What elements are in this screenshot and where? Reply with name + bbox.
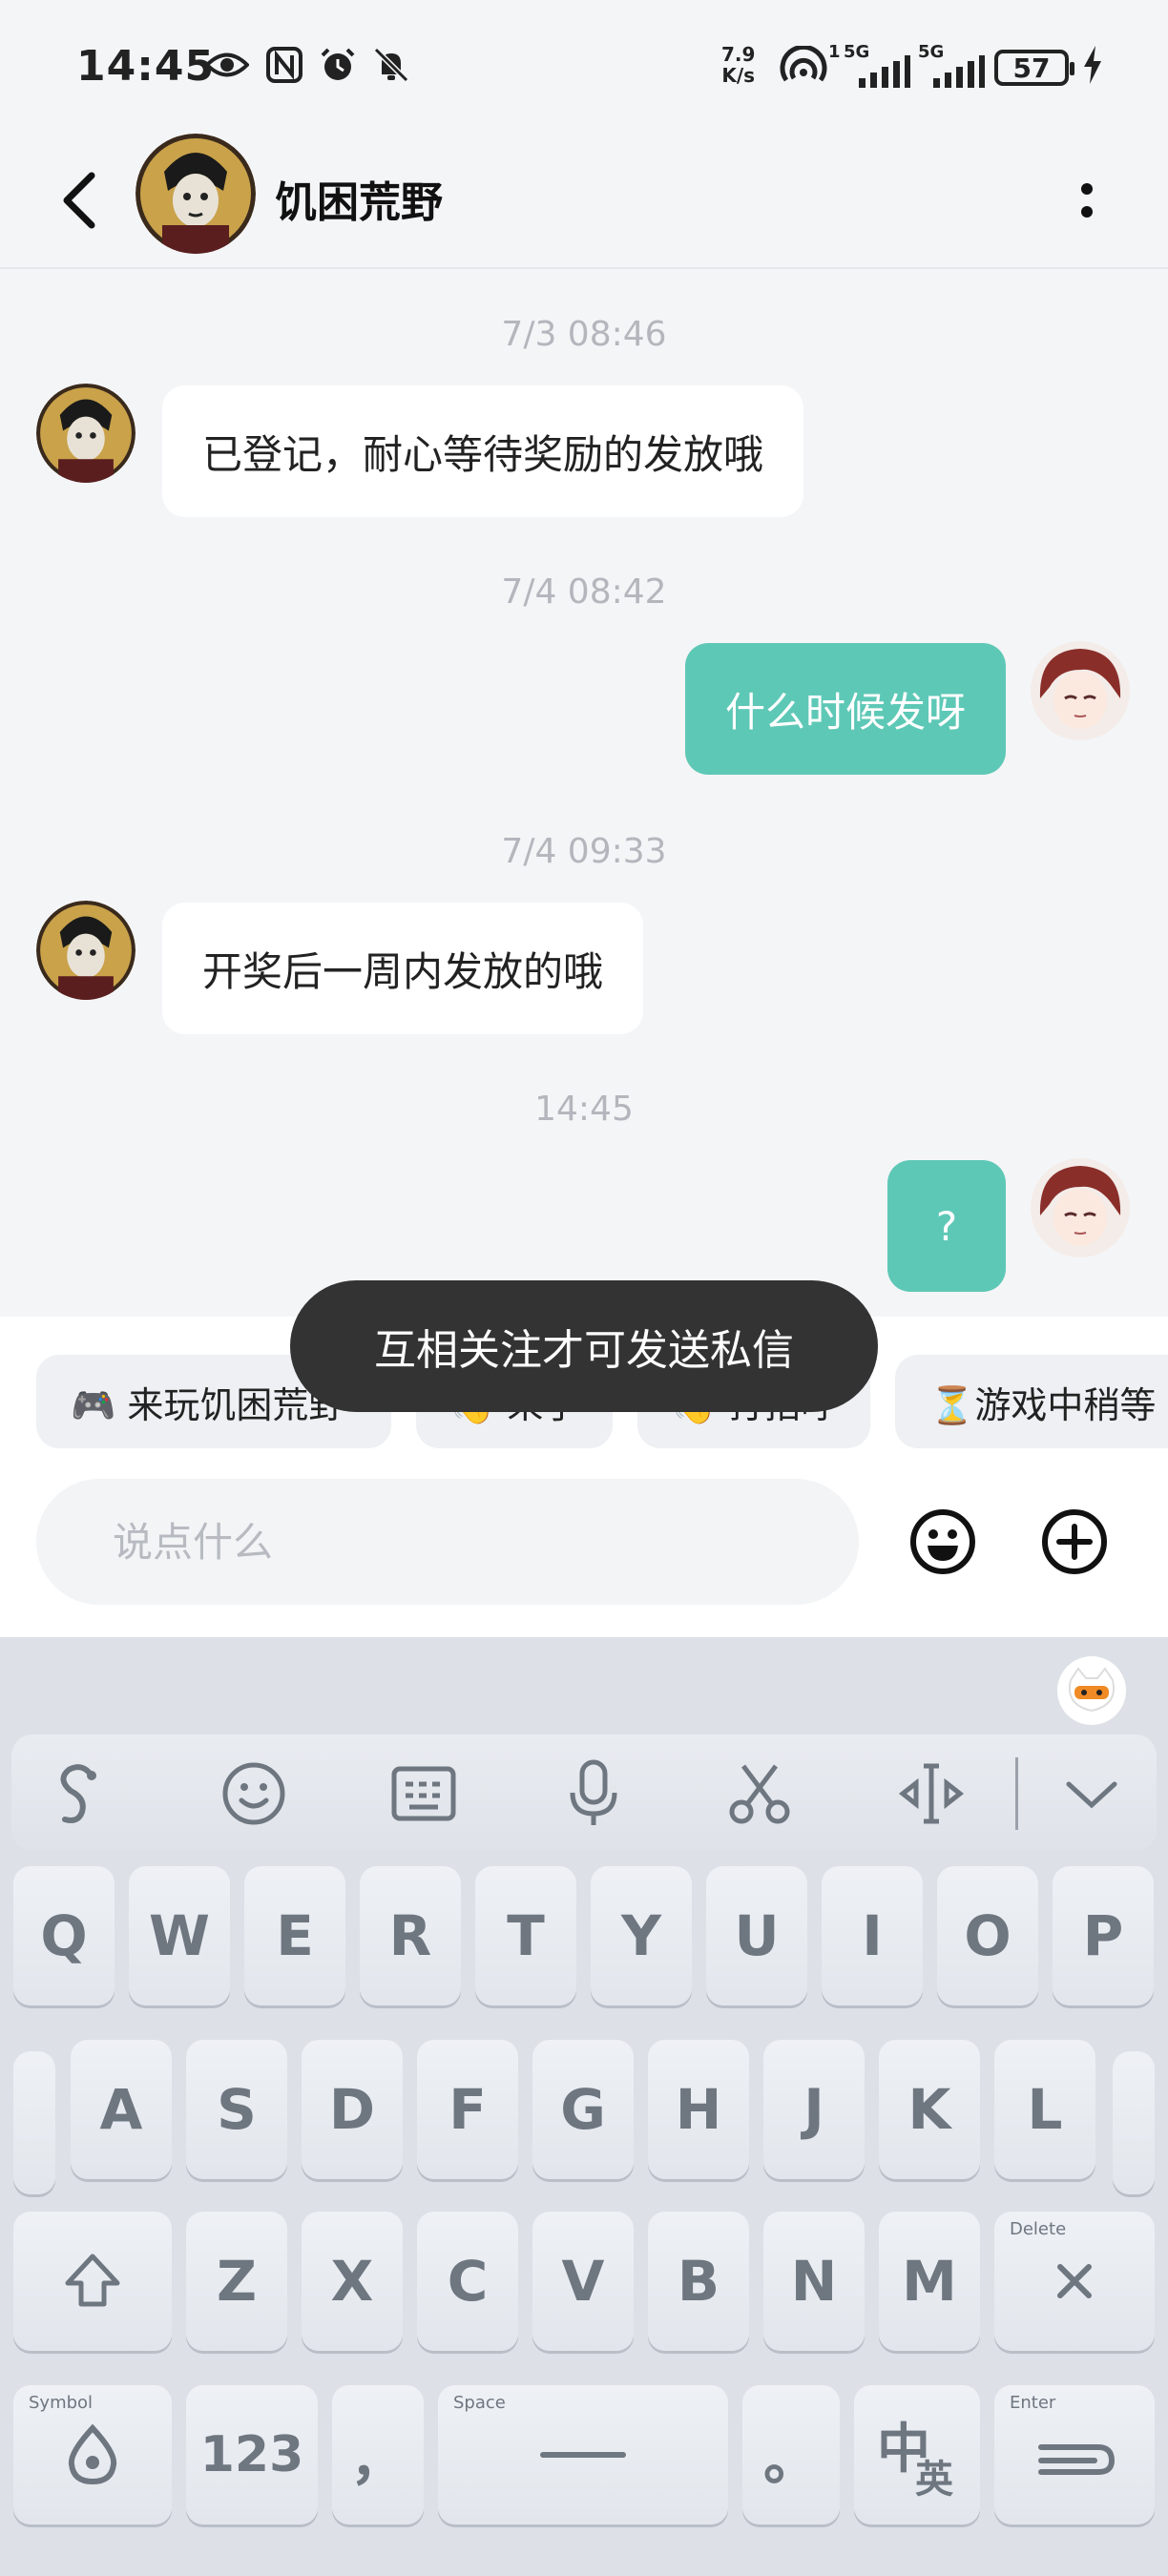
key-a[interactable]: A [71, 2040, 172, 2179]
status-time: 14:45 [76, 42, 216, 91]
network-speed-unit: K/s [721, 64, 756, 87]
outgoing-message-bubble[interactable]: 什么时候发呀 [684, 643, 1006, 775]
keyboard-mascot-icon[interactable] [1057, 1656, 1126, 1725]
status-bar: 14:45 7.9 K/s 1 5G 5G 57 [0, 0, 1168, 134]
hide-keyboard-icon[interactable] [1053, 1755, 1130, 1832]
chat-title: 饥困荒野 [275, 178, 443, 227]
enter-icon [1038, 2444, 1116, 2475]
more-options-icon[interactable] [1073, 172, 1101, 229]
contact-avatar[interactable] [36, 901, 136, 1000]
numbers-key[interactable]: 123 [186, 2385, 318, 2524]
emoji-button[interactable] [908, 1507, 977, 1576]
key-x[interactable]: X [302, 2212, 403, 2351]
key-b[interactable]: B [648, 2212, 749, 2351]
space-hint: Space [453, 2393, 506, 2413]
signal-icon: 5G [844, 42, 910, 88]
key-y[interactable]: Y [591, 1866, 692, 2005]
eye-icon [204, 44, 250, 86]
key-e[interactable]: E [244, 1866, 345, 2005]
key-l[interactable]: L [994, 2040, 1095, 2179]
enter-hint: Enter [1010, 2393, 1056, 2413]
space-icon [540, 2452, 626, 2458]
delete-hint: Delete [1010, 2219, 1067, 2239]
contact-avatar[interactable] [36, 384, 136, 483]
chat-header: 饥困荒野 [0, 134, 1168, 269]
microphone-icon[interactable] [555, 1755, 632, 1832]
swipe-typing-icon[interactable] [44, 1755, 120, 1832]
back-button[interactable] [53, 162, 111, 239]
key-right-spacer[interactable] [1113, 2051, 1155, 2194]
battery-indicator: 57 [994, 50, 1074, 86]
plus-circle-icon [1042, 1509, 1107, 1574]
cursor-move-icon[interactable] [893, 1755, 970, 1832]
key-k[interactable]: K [879, 2040, 980, 2179]
message-input[interactable] [36, 1479, 859, 1605]
signal-icon: 5G [918, 42, 985, 88]
shift-icon [65, 2254, 120, 2307]
language-switch-key[interactable]: 中 英 [854, 2385, 980, 2524]
shift-key[interactable] [13, 2212, 172, 2351]
network-speed: 7.9 K/s [721, 44, 755, 86]
keyboard-layout-icon[interactable] [386, 1755, 462, 1832]
message-timestamp: 14:45 [534, 1090, 634, 1129]
enter-key[interactable]: Enter [994, 2385, 1155, 2524]
outgoing-message-bubble[interactable]: ? [887, 1160, 1006, 1292]
key-t[interactable]: T [475, 1866, 576, 2005]
key-n[interactable]: N [763, 2212, 865, 2351]
nfc-icon [263, 44, 305, 86]
charging-icon [1078, 44, 1107, 86]
key-u[interactable]: U [706, 1866, 807, 2005]
comma-key[interactable]: ， [332, 2385, 424, 2524]
toolbar-divider [1015, 1757, 1018, 1830]
toast-message: 互相关注才可发送私信 [290, 1280, 878, 1412]
period-key[interactable]: 。 [742, 2385, 840, 2524]
hotspot-icon [777, 44, 830, 86]
message-timestamp: 7/4 08:42 [501, 572, 667, 612]
key-c[interactable]: C [417, 2212, 518, 2351]
mute-icon [370, 44, 412, 86]
emoji-keyboard-icon[interactable] [216, 1755, 292, 1832]
message-timestamp: 7/3 08:46 [501, 315, 667, 354]
language-label-sub: 英 [915, 2458, 953, 2502]
key-left-spacer[interactable] [13, 2051, 55, 2194]
key-p[interactable]: P [1053, 1866, 1154, 2005]
alarm-icon [317, 44, 359, 86]
key-h[interactable]: H [648, 2040, 749, 2179]
emoji-icon [910, 1509, 975, 1574]
delete-key[interactable]: Delete [994, 2212, 1155, 2351]
key-o[interactable]: O [937, 1866, 1038, 2005]
add-attachment-button[interactable] [1040, 1507, 1109, 1576]
symbol-icon [68, 2424, 117, 2485]
key-v[interactable]: V [532, 2212, 634, 2351]
incoming-message-bubble[interactable]: 已登记，耐心等待奖励的发放哦 [162, 385, 804, 517]
quick-reply-chip[interactable]: ⏳游戏中稍等 [895, 1355, 1168, 1448]
user-avatar[interactable] [1031, 1158, 1130, 1257]
space-key[interactable]: Space [438, 2385, 728, 2524]
key-d[interactable]: D [302, 2040, 403, 2179]
key-r[interactable]: R [360, 1866, 461, 2005]
contact-avatar[interactable] [136, 134, 256, 254]
key-q[interactable]: Q [13, 1866, 115, 2005]
key-w[interactable]: W [129, 1866, 230, 2005]
key-f[interactable]: F [417, 2040, 518, 2179]
incoming-message-bubble[interactable]: 开奖后一周内发放的哦 [162, 903, 644, 1034]
key-s[interactable]: S [186, 2040, 287, 2179]
key-m[interactable]: M [879, 2212, 980, 2351]
delete-icon [1057, 2264, 1092, 2298]
message-timestamp: 7/4 09:33 [501, 832, 667, 871]
user-avatar[interactable] [1031, 641, 1130, 740]
key-i[interactable]: I [822, 1866, 923, 2005]
key-g[interactable]: G [532, 2040, 634, 2179]
network-speed-value: 7.9 [721, 43, 756, 66]
symbol-hint: Symbol [29, 2393, 94, 2413]
symbol-key[interactable]: Symbol [13, 2385, 172, 2524]
key-z[interactable]: Z [186, 2212, 287, 2351]
key-j[interactable]: J [763, 2040, 865, 2179]
scissors-icon[interactable] [721, 1755, 798, 1832]
